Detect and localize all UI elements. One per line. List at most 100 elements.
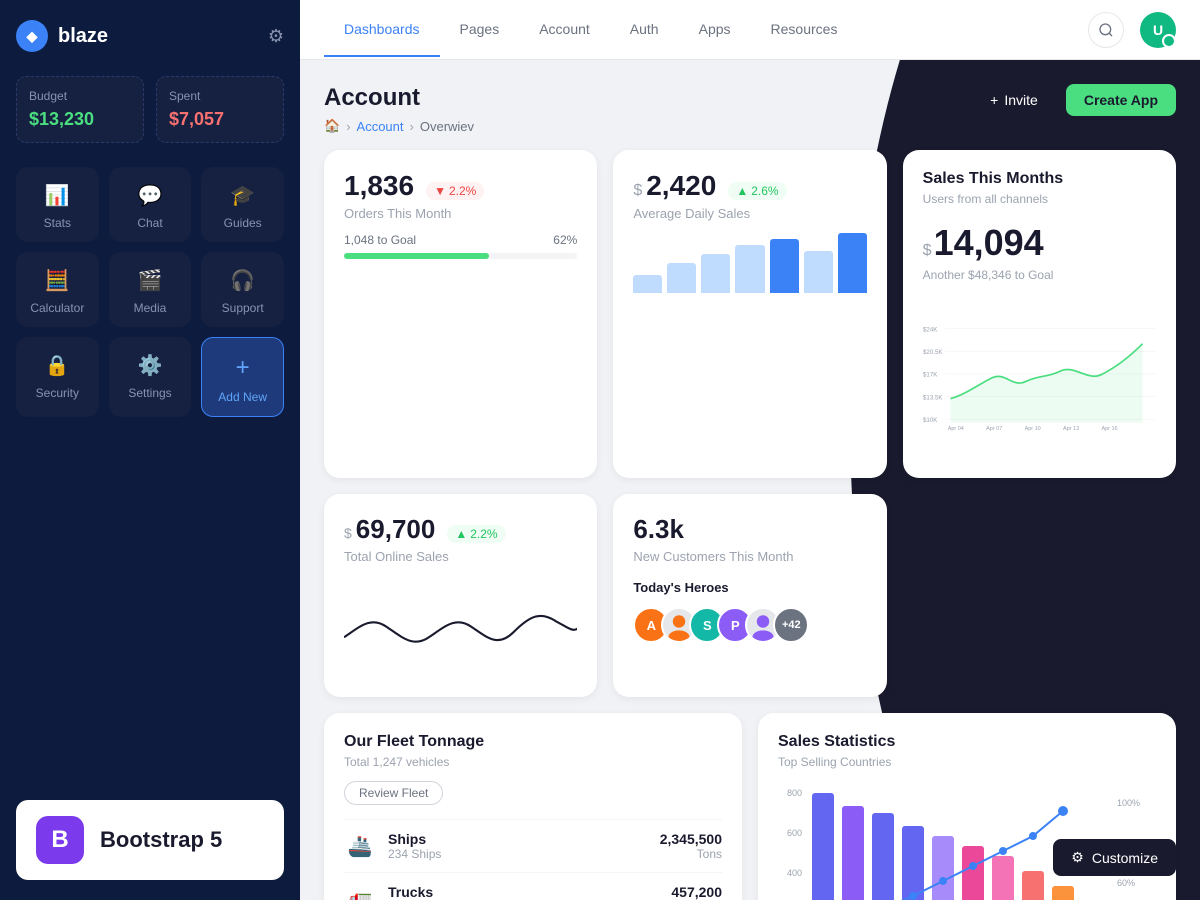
support-label: Support [222, 301, 264, 315]
media-label: Media [134, 301, 167, 315]
svg-text:$17K: $17K [923, 372, 938, 379]
svg-text:600: 600 [787, 828, 802, 838]
user-avatar[interactable]: U [1140, 12, 1176, 48]
svg-text:Apr 07: Apr 07 [986, 426, 1002, 432]
ships-tons: 2,345,500 [660, 831, 722, 847]
trucks-name: Trucks [388, 884, 659, 900]
tab-account[interactable]: Account [519, 3, 610, 57]
sidebar: ◆ blaze ⚙ Budget $13,230 Spent $7,057 📊 … [0, 0, 300, 900]
wavy-chart [344, 592, 577, 672]
top-nav-links: Dashboards Pages Account Auth Apps Resou… [324, 3, 857, 57]
search-button[interactable] [1088, 12, 1124, 48]
add-new-icon: + [236, 354, 250, 382]
orders-card: 1,836 ▼ 2.2% Orders This Month 1,048 to … [324, 150, 597, 478]
ships-count: 234 Ships [388, 847, 648, 861]
progress-bar-fill [344, 253, 489, 259]
nav-grid-row1: 📊 Stats 💬 Chat 🎓 Guides [16, 167, 284, 242]
svg-text:Apr 16: Apr 16 [1101, 426, 1117, 432]
support-icon: 🎧 [230, 268, 255, 293]
total-sales-label: Total Online Sales [344, 549, 577, 564]
sales-month-subtitle: Users from all channels [923, 192, 1156, 206]
line-chart-area: $24K $20.5K $17K $13.5K $10K [923, 298, 1156, 458]
security-label: Security [36, 386, 79, 400]
svg-text:Apr 04: Apr 04 [947, 426, 963, 432]
new-customers-number: 6.3k [633, 514, 866, 545]
invite-label: Invite [1004, 92, 1037, 108]
trucks-tons: 457,200 [671, 884, 722, 900]
orders-number: 1,836 [344, 170, 414, 202]
sidebar-item-stats[interactable]: 📊 Stats [16, 167, 99, 242]
add-new-label: Add New [218, 390, 267, 404]
sidebar-item-chat[interactable]: 💬 Chat [109, 167, 192, 242]
calculator-icon: 🧮 [45, 268, 70, 293]
page-header: Account 🏠 › Account › Overwiev + Invite … [324, 84, 1176, 134]
spacer-card [903, 494, 1176, 697]
sidebar-item-guides[interactable]: 🎓 Guides [201, 167, 284, 242]
sidebar-item-support[interactable]: 🎧 Support [201, 252, 284, 327]
page-actions: + Invite Create App [972, 84, 1176, 116]
page-header-left: Account 🏠 › Account › Overwiev [324, 84, 474, 134]
tab-apps[interactable]: Apps [679, 3, 751, 57]
search-icon [1098, 22, 1114, 38]
fleet-subtitle: Total 1,247 vehicles [344, 755, 722, 769]
bar-1 [633, 275, 662, 293]
breadcrumb-sep2: › [410, 119, 414, 134]
svg-text:400: 400 [787, 868, 802, 878]
sidebar-item-calculator[interactable]: 🧮 Calculator [16, 252, 99, 327]
bar-6 [804, 251, 833, 293]
sales-stats-subtitle: Top Selling Countries [778, 755, 1156, 769]
logo-icon: ◆ [16, 20, 48, 52]
page-title: Account [324, 84, 474, 112]
svg-text:$10K: $10K [923, 417, 938, 424]
sidebar-item-settings[interactable]: ⚙️ Settings [109, 337, 192, 417]
daily-sales-card: $ 2,420 ▲ 2.6% Average Daily Sales [613, 150, 886, 478]
trucks-icon: 🚛 [344, 883, 376, 900]
plus-icon: + [990, 92, 998, 108]
sales-stats-title: Sales Statistics [778, 733, 1156, 751]
tab-pages[interactable]: Pages [440, 3, 520, 57]
invite-button[interactable]: + Invite [972, 84, 1056, 116]
new-customers-card: 6.3k New Customers This Month Today's He… [613, 494, 886, 697]
sidebar-item-add-new[interactable]: + Add New [201, 337, 284, 417]
currency-symbol: $ [633, 182, 642, 200]
sidebar-item-media[interactable]: 🎬 Media [109, 252, 192, 327]
svg-text:$13.5K: $13.5K [923, 394, 943, 401]
orders-badge: ▼ 2.2% [426, 182, 484, 200]
down-arrow-icon: ▼ [434, 184, 446, 198]
heroes-title: Today's Heroes [633, 580, 866, 595]
svg-text:100%: 100% [1117, 798, 1140, 808]
sidebar-item-security[interactable]: 🔒 Security [16, 337, 99, 417]
ships-icon: 🚢 [344, 830, 376, 862]
budget-card: Budget $13,230 [16, 76, 144, 143]
ships-info: Ships 234 Ships [388, 831, 648, 861]
stats-icon: 📊 [45, 183, 70, 208]
sales-goal-text: Another $48,346 to Goal [923, 268, 1156, 282]
sidebar-menu-icon[interactable]: ⚙ [268, 26, 284, 47]
nav-grid-row2: 🧮 Calculator 🎬 Media 🎧 Support [16, 252, 284, 327]
sales-month-title: Sales This Months [923, 170, 1156, 188]
budget-value: $13,230 [29, 109, 131, 130]
fleet-card: Our Fleet Tonnage Total 1,247 vehicles R… [324, 713, 742, 900]
tab-resources[interactable]: Resources [751, 3, 858, 57]
breadcrumb-sep1: › [346, 119, 350, 134]
total-sales-card: $ 69,700 ▲ 2.2% Total Online Sales [324, 494, 597, 697]
settings-icon: ⚙️ [138, 353, 163, 378]
bar-5 [770, 239, 799, 293]
breadcrumb-account[interactable]: Account [357, 119, 404, 134]
svg-text:Apr 13: Apr 13 [1063, 426, 1079, 432]
ships-name: Ships [388, 831, 648, 847]
tab-auth[interactable]: Auth [610, 3, 679, 57]
daily-sales-number: 2,420 [646, 170, 716, 202]
sidebar-header: ◆ blaze ⚙ [16, 20, 284, 52]
tab-dashboards[interactable]: Dashboards [324, 3, 440, 57]
review-fleet-button[interactable]: Review Fleet [344, 781, 443, 805]
svg-text:60%: 60% [1117, 878, 1135, 888]
create-app-button[interactable]: Create App [1066, 84, 1176, 116]
breadcrumb-page: Overwiev [420, 119, 474, 134]
daily-sales-label: Average Daily Sales [633, 206, 866, 221]
customize-button[interactable]: ⚙ Customize [1053, 839, 1176, 876]
breadcrumb-home[interactable]: 🏠 [324, 118, 340, 134]
svg-text:800: 800 [787, 788, 802, 798]
main-content: Dashboards Pages Account Auth Apps Resou… [300, 0, 1200, 900]
budget-cards: Budget $13,230 Spent $7,057 [16, 76, 284, 143]
